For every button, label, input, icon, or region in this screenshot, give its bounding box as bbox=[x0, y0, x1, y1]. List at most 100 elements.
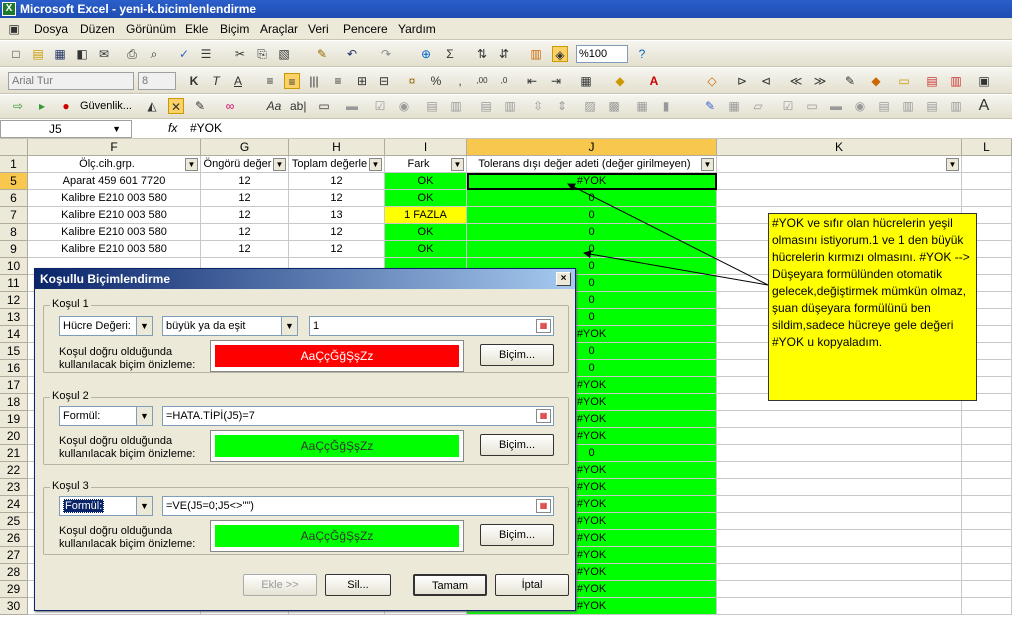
cell-h5[interactable]: 12 bbox=[289, 173, 385, 190]
extra-form-5-icon[interactable]: ▤ bbox=[876, 98, 892, 114]
cell-j5[interactable]: #YOK bbox=[467, 173, 717, 190]
condition-3-type-select[interactable]: Formül: ▼ bbox=[59, 496, 153, 516]
extra-tool-11-icon[interactable]: ▣ bbox=[976, 73, 992, 89]
extra-form-4-icon[interactable]: ◉ bbox=[852, 98, 868, 114]
row-header-11[interactable]: 11 bbox=[0, 275, 28, 292]
extra-form-7-icon[interactable]: ▤ bbox=[924, 98, 940, 114]
combobox-control-icon[interactable]: ▥ bbox=[448, 98, 464, 114]
font-color-icon[interactable]: A bbox=[646, 73, 662, 89]
align-left-icon[interactable]: ≡ bbox=[262, 73, 278, 89]
column-header-f[interactable]: F bbox=[28, 139, 201, 156]
run-icon[interactable]: ⇨ bbox=[10, 98, 26, 114]
cell-j7[interactable]: 0 bbox=[467, 207, 717, 224]
row-header-20[interactable]: 20 bbox=[0, 428, 28, 445]
row-header-26[interactable]: 26 bbox=[0, 530, 28, 547]
extra-form-8-icon[interactable]: ▥ bbox=[948, 98, 964, 114]
autosum-icon[interactable]: Σ bbox=[442, 46, 458, 62]
menu-araclar[interactable]: Araçlar bbox=[260, 22, 298, 36]
menu-ekle[interactable]: Ekle bbox=[185, 22, 208, 36]
label-control-icon[interactable]: Aa bbox=[266, 98, 282, 114]
cut-icon[interactable]: ✂ bbox=[232, 46, 248, 62]
font-size-combo[interactable]: 8 bbox=[138, 72, 176, 90]
cell-l30[interactable] bbox=[962, 598, 1012, 615]
delete-button[interactable]: Sil... bbox=[325, 574, 391, 596]
print-icon[interactable]: ⎙ bbox=[124, 46, 140, 62]
cell-i7[interactable]: 1 FAZLA bbox=[385, 207, 467, 224]
cell-l27[interactable] bbox=[962, 547, 1012, 564]
underline-icon[interactable]: A bbox=[230, 73, 246, 89]
row-header-27[interactable]: 27 bbox=[0, 547, 28, 564]
cell-k23[interactable] bbox=[717, 479, 962, 496]
name-box-dropdown-icon[interactable]: ▼ bbox=[112, 121, 121, 137]
row-header-30[interactable]: 30 bbox=[0, 598, 28, 615]
percent-icon[interactable]: % bbox=[428, 73, 444, 89]
select-all-corner[interactable] bbox=[0, 139, 28, 156]
column-header-g[interactable]: G bbox=[201, 139, 289, 156]
cell-i8[interactable]: OK bbox=[385, 224, 467, 241]
undo-icon[interactable]: ↶ bbox=[344, 46, 360, 62]
cell-k6[interactable] bbox=[717, 190, 962, 207]
row-header-9[interactable]: 9 bbox=[0, 241, 28, 258]
row-header-23[interactable]: 23 bbox=[0, 479, 28, 496]
cell-l19[interactable] bbox=[962, 411, 1012, 428]
cell-j6[interactable]: 0 bbox=[467, 190, 717, 207]
extra-tool-7-icon[interactable]: ◆ bbox=[868, 73, 884, 89]
wrap-text-icon[interactable]: ⊟ bbox=[376, 73, 392, 89]
erase-border-icon[interactable]: ▱ bbox=[750, 98, 766, 114]
menu-veri[interactable]: Veri bbox=[308, 22, 329, 36]
extra-form-3-icon[interactable]: ▬ bbox=[828, 98, 844, 114]
cell-l29[interactable] bbox=[962, 581, 1012, 598]
row-header-5[interactable]: 5 bbox=[0, 173, 28, 190]
permission-icon[interactable]: ◧ bbox=[74, 46, 90, 62]
cell-k20[interactable] bbox=[717, 428, 962, 445]
security-button[interactable]: Güvenlik... bbox=[80, 100, 132, 112]
row-header-28[interactable]: 28 bbox=[0, 564, 28, 581]
merge-center-icon[interactable]: ⊞ bbox=[354, 73, 370, 89]
increase-indent-icon[interactable]: ⇥ bbox=[548, 73, 564, 89]
italic-icon[interactable]: T bbox=[208, 73, 224, 89]
cell-k22[interactable] bbox=[717, 462, 962, 479]
properties-icon[interactable]: ▨ bbox=[582, 98, 598, 114]
increase-decimal-icon[interactable]: ,00 bbox=[474, 73, 490, 89]
condition-2-type-select[interactable]: Formül: ▼ bbox=[59, 406, 153, 426]
menu-duzen[interactable]: Düzen bbox=[80, 22, 115, 36]
cell-k1[interactable] bbox=[717, 156, 962, 173]
button-control-icon[interactable]: ▬ bbox=[344, 98, 360, 114]
spinner-control-icon[interactable]: ⇕ bbox=[554, 98, 570, 114]
extra-tool-6-icon[interactable]: ✎ bbox=[842, 73, 858, 89]
cell-l5[interactable] bbox=[962, 173, 1012, 190]
row-header-18[interactable]: 18 bbox=[0, 394, 28, 411]
row-header-7[interactable]: 7 bbox=[0, 207, 28, 224]
decrease-decimal-icon[interactable]: ,0 bbox=[496, 73, 512, 89]
extra-tool-icon[interactable]: ◇ bbox=[704, 73, 720, 89]
zoom-combo[interactable]: %100 bbox=[576, 45, 628, 63]
cell-f9[interactable]: Kalibre E210 003 580 bbox=[28, 241, 201, 258]
spelling-icon[interactable]: ✓ bbox=[176, 46, 192, 62]
column-header-k[interactable]: K bbox=[717, 139, 962, 156]
row-header-25[interactable]: 25 bbox=[0, 513, 28, 530]
chevron-down-icon[interactable]: ▼ bbox=[136, 407, 152, 425]
collapse-dialog-icon[interactable]: ▦ bbox=[536, 319, 551, 333]
view-code-icon[interactable]: ▩ bbox=[606, 98, 622, 114]
cell-h6[interactable]: 12 bbox=[289, 190, 385, 207]
cell-i9[interactable]: OK bbox=[385, 241, 467, 258]
condition-1-format-button[interactable]: Biçim... bbox=[480, 344, 554, 366]
bold-icon[interactable]: K bbox=[186, 73, 202, 89]
chevron-down-icon[interactable]: ▼ bbox=[136, 497, 152, 515]
email-icon[interactable]: ✉ bbox=[96, 46, 112, 62]
chevron-down-icon[interactable]: ▼ bbox=[281, 317, 297, 335]
copy-icon[interactable]: ⎘ bbox=[254, 46, 270, 62]
close-icon[interactable]: × bbox=[556, 272, 571, 286]
formula-content[interactable]: #YOK bbox=[190, 121, 222, 135]
currency-icon[interactable]: ¤ bbox=[404, 73, 420, 89]
condition-2-format-button[interactable]: Biçim... bbox=[480, 434, 554, 456]
row-header-12[interactable]: 12 bbox=[0, 292, 28, 309]
cell-l28[interactable] bbox=[962, 564, 1012, 581]
collapse-dialog-icon[interactable]: ▦ bbox=[536, 499, 551, 513]
filter-dropdown-icon[interactable]: ▼ bbox=[369, 158, 382, 171]
cell-f8[interactable]: Kalibre E210 003 580 bbox=[28, 224, 201, 241]
font-name-combo[interactable]: Arial Tur bbox=[8, 72, 134, 90]
extra-tool-8-icon[interactable]: ▭ bbox=[896, 73, 912, 89]
note-textbox[interactable]: #YOK ve sıfır olan hücrelerin yeşil olma… bbox=[768, 213, 977, 401]
cell-l6[interactable] bbox=[962, 190, 1012, 207]
